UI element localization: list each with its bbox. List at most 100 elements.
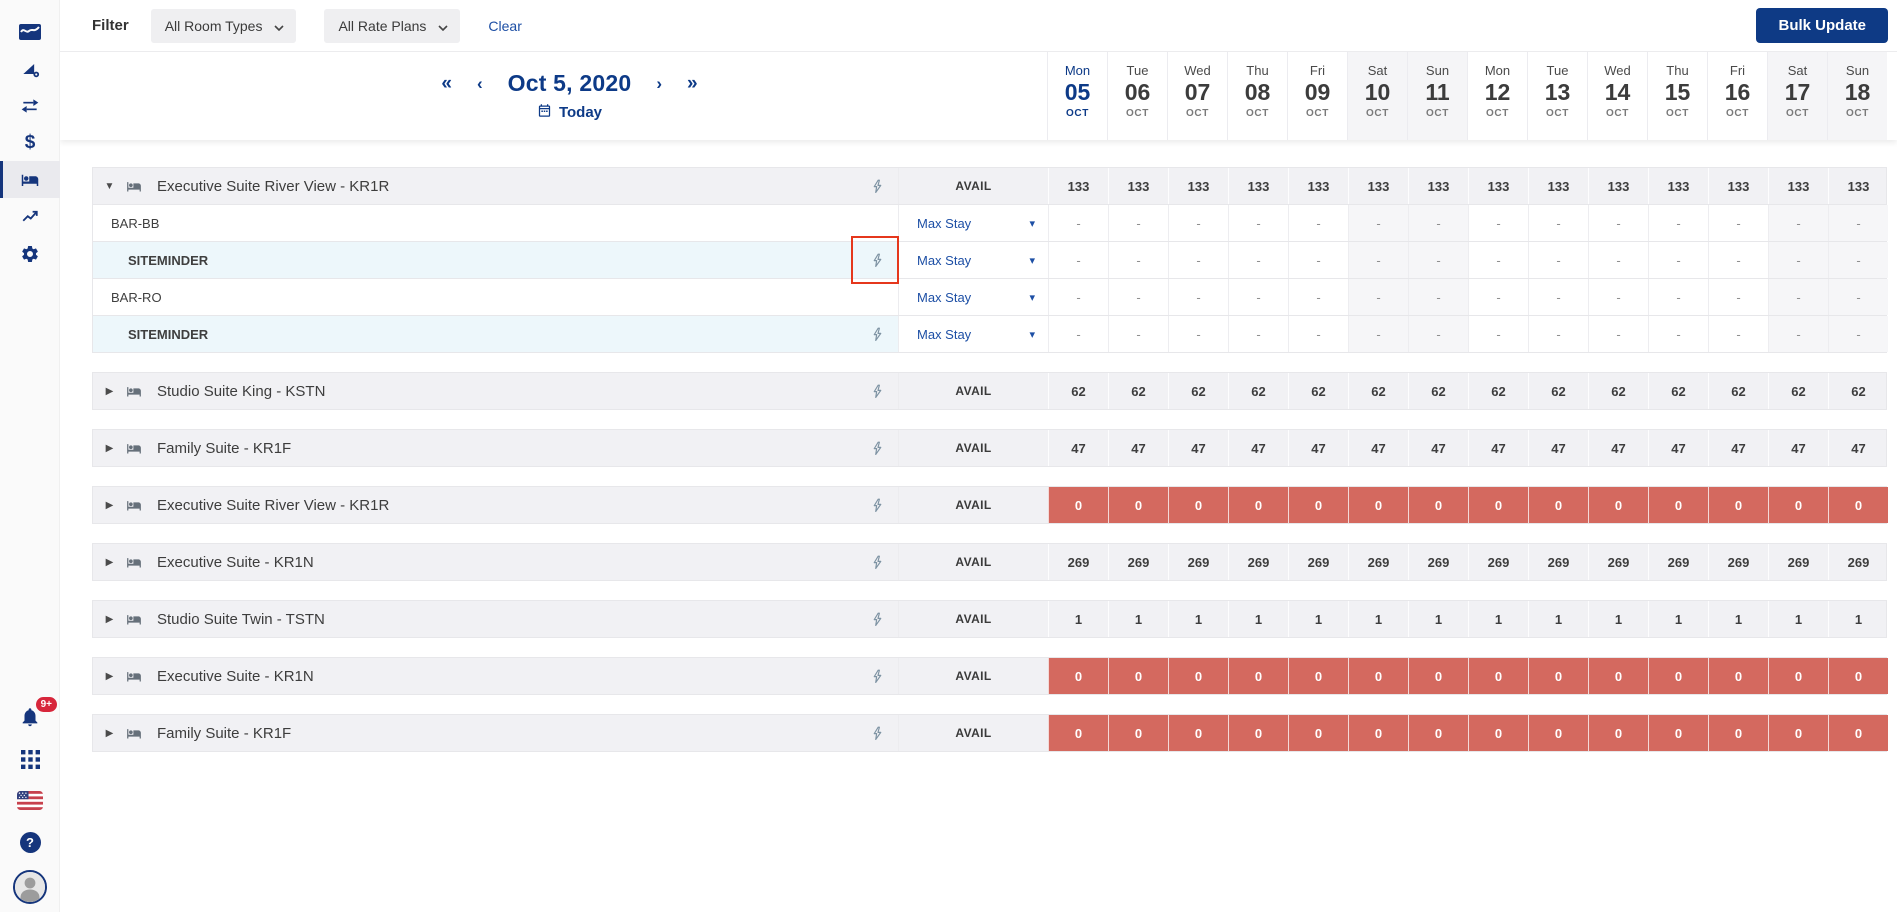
flash-icon[interactable] [870,497,885,514]
max-stay-dropdown[interactable]: Max Stay▾ [899,205,1048,241]
availability-cell[interactable]: 0 [1528,658,1588,694]
availability-cell[interactable]: 1 [1588,601,1648,637]
availability-cell[interactable]: 0 [1228,487,1288,523]
restriction-cell[interactable]: - [1108,279,1168,315]
availability-cell[interactable]: 0 [1348,658,1408,694]
flash-icon[interactable] [870,668,885,685]
rate-plan-row[interactable]: BAR-BBMax Stay▾-------------- [92,205,1887,242]
availability-cell[interactable]: 133 [1528,168,1588,204]
restriction-cell[interactable]: - [1528,205,1588,241]
availability-cell[interactable]: 0 [1528,715,1588,751]
restriction-cell[interactable]: - [1588,316,1648,352]
availability-cell[interactable]: 0 [1648,715,1708,751]
availability-cell[interactable]: 47 [1048,430,1108,466]
availability-cell[interactable]: 62 [1708,373,1768,409]
restriction-cell[interactable]: - [1768,279,1828,315]
availability-cell[interactable]: 0 [1048,658,1108,694]
availability-cell[interactable]: 62 [1588,373,1648,409]
expand-toggle-icon[interactable]: ▶ [103,728,116,739]
restriction-cell[interactable]: - [1528,316,1588,352]
availability-cell[interactable]: 47 [1468,430,1528,466]
language-flag-button[interactable] [17,791,43,815]
restriction-cell[interactable]: - [1648,279,1708,315]
availability-cell[interactable]: 133 [1828,168,1888,204]
max-stay-dropdown[interactable]: Max Stay▾ [899,279,1048,315]
prev-day-button[interactable]: ‹ [477,75,483,92]
expand-toggle-icon[interactable]: ▶ [103,614,116,625]
availability-cell[interactable]: 1 [1168,601,1228,637]
room-types-dropdown[interactable]: All Room Types [151,9,297,43]
sidebar-item-performance[interactable] [0,198,60,235]
availability-cell[interactable]: 1 [1528,601,1588,637]
restriction-cell[interactable]: - [1648,316,1708,352]
restriction-cell[interactable]: - [1588,279,1648,315]
sidebar-item-rates[interactable] [0,50,60,87]
restriction-cell[interactable]: - [1408,316,1468,352]
room-type-row[interactable]: ▶Executive Suite - KR1NAVAIL000000000000… [92,657,1887,695]
restriction-cell[interactable]: - [1228,316,1288,352]
channel-row[interactable]: SITEMINDERMax Stay▾-------------- [92,316,1887,353]
availability-cell[interactable]: 0 [1048,715,1108,751]
sidebar-item-dashboard[interactable] [0,13,60,50]
restriction-cell[interactable]: - [1408,279,1468,315]
availability-cell[interactable]: 1 [1708,601,1768,637]
room-type-row[interactable]: ▶Executive Suite River View - KR1RAVAIL0… [92,486,1887,524]
restriction-cell[interactable]: - [1768,316,1828,352]
availability-cell[interactable]: 133 [1288,168,1348,204]
collapse-toggle-icon[interactable]: ▼ [103,181,116,192]
availability-cell[interactable]: 62 [1288,373,1348,409]
restriction-cell[interactable]: - [1828,279,1888,315]
availability-cell[interactable]: 0 [1288,487,1348,523]
availability-cell[interactable]: 0 [1648,487,1708,523]
availability-cell[interactable]: 0 [1588,487,1648,523]
expand-toggle-icon[interactable]: ▶ [103,557,116,568]
availability-cell[interactable]: 62 [1228,373,1288,409]
restriction-cell[interactable]: - [1408,242,1468,278]
availability-cell[interactable]: 1 [1048,601,1108,637]
availability-cell[interactable]: 0 [1108,715,1168,751]
room-type-row[interactable]: ▶Studio Suite King - KSTNAVAIL6262626262… [92,372,1887,410]
availability-cell[interactable]: 1 [1288,601,1348,637]
sidebar-item-pricing[interactable]: $ [0,124,60,161]
restriction-cell[interactable]: - [1348,205,1408,241]
availability-cell[interactable]: 0 [1168,715,1228,751]
availability-cell[interactable]: 0 [1588,658,1648,694]
restriction-cell[interactable]: - [1348,242,1408,278]
availability-cell[interactable]: 269 [1408,544,1468,580]
availability-cell[interactable]: 269 [1528,544,1588,580]
availability-cell[interactable]: 47 [1168,430,1228,466]
availability-cell[interactable]: 62 [1828,373,1888,409]
next-week-button[interactable]: » [687,74,698,93]
restriction-cell[interactable]: - [1048,242,1108,278]
availability-cell[interactable]: 47 [1288,430,1348,466]
flash-icon[interactable] [870,611,885,628]
availability-cell[interactable]: 0 [1108,658,1168,694]
availability-cell[interactable]: 62 [1048,373,1108,409]
availability-cell[interactable]: 133 [1408,168,1468,204]
availability-cell[interactable]: 47 [1768,430,1828,466]
availability-cell[interactable]: 0 [1768,487,1828,523]
availability-cell[interactable]: 1 [1108,601,1168,637]
availability-cell[interactable]: 0 [1708,487,1768,523]
availability-cell[interactable]: 269 [1648,544,1708,580]
availability-cell[interactable]: 1 [1348,601,1408,637]
restriction-cell[interactable]: - [1468,205,1528,241]
notifications-button[interactable]: 9+ [19,706,41,733]
flash-icon[interactable] [870,554,885,571]
availability-cell[interactable]: 0 [1828,658,1888,694]
restriction-cell[interactable]: - [1168,279,1228,315]
room-type-row[interactable]: ▶Family Suite - KR1FAVAIL474747474747474… [92,429,1887,467]
next-day-button[interactable]: › [656,75,662,92]
availability-cell[interactable]: 62 [1408,373,1468,409]
restriction-cell[interactable]: - [1108,316,1168,352]
restriction-cell[interactable]: - [1168,205,1228,241]
availability-cell[interactable]: 133 [1108,168,1168,204]
availability-cell[interactable]: 62 [1768,373,1828,409]
restriction-cell[interactable]: - [1288,242,1348,278]
help-button[interactable]: ? [20,832,41,853]
availability-cell[interactable]: 0 [1108,487,1168,523]
flash-icon[interactable] [870,252,885,269]
sidebar-item-comparison[interactable] [0,87,60,124]
availability-cell[interactable]: 133 [1588,168,1648,204]
prev-week-button[interactable]: « [441,74,452,93]
